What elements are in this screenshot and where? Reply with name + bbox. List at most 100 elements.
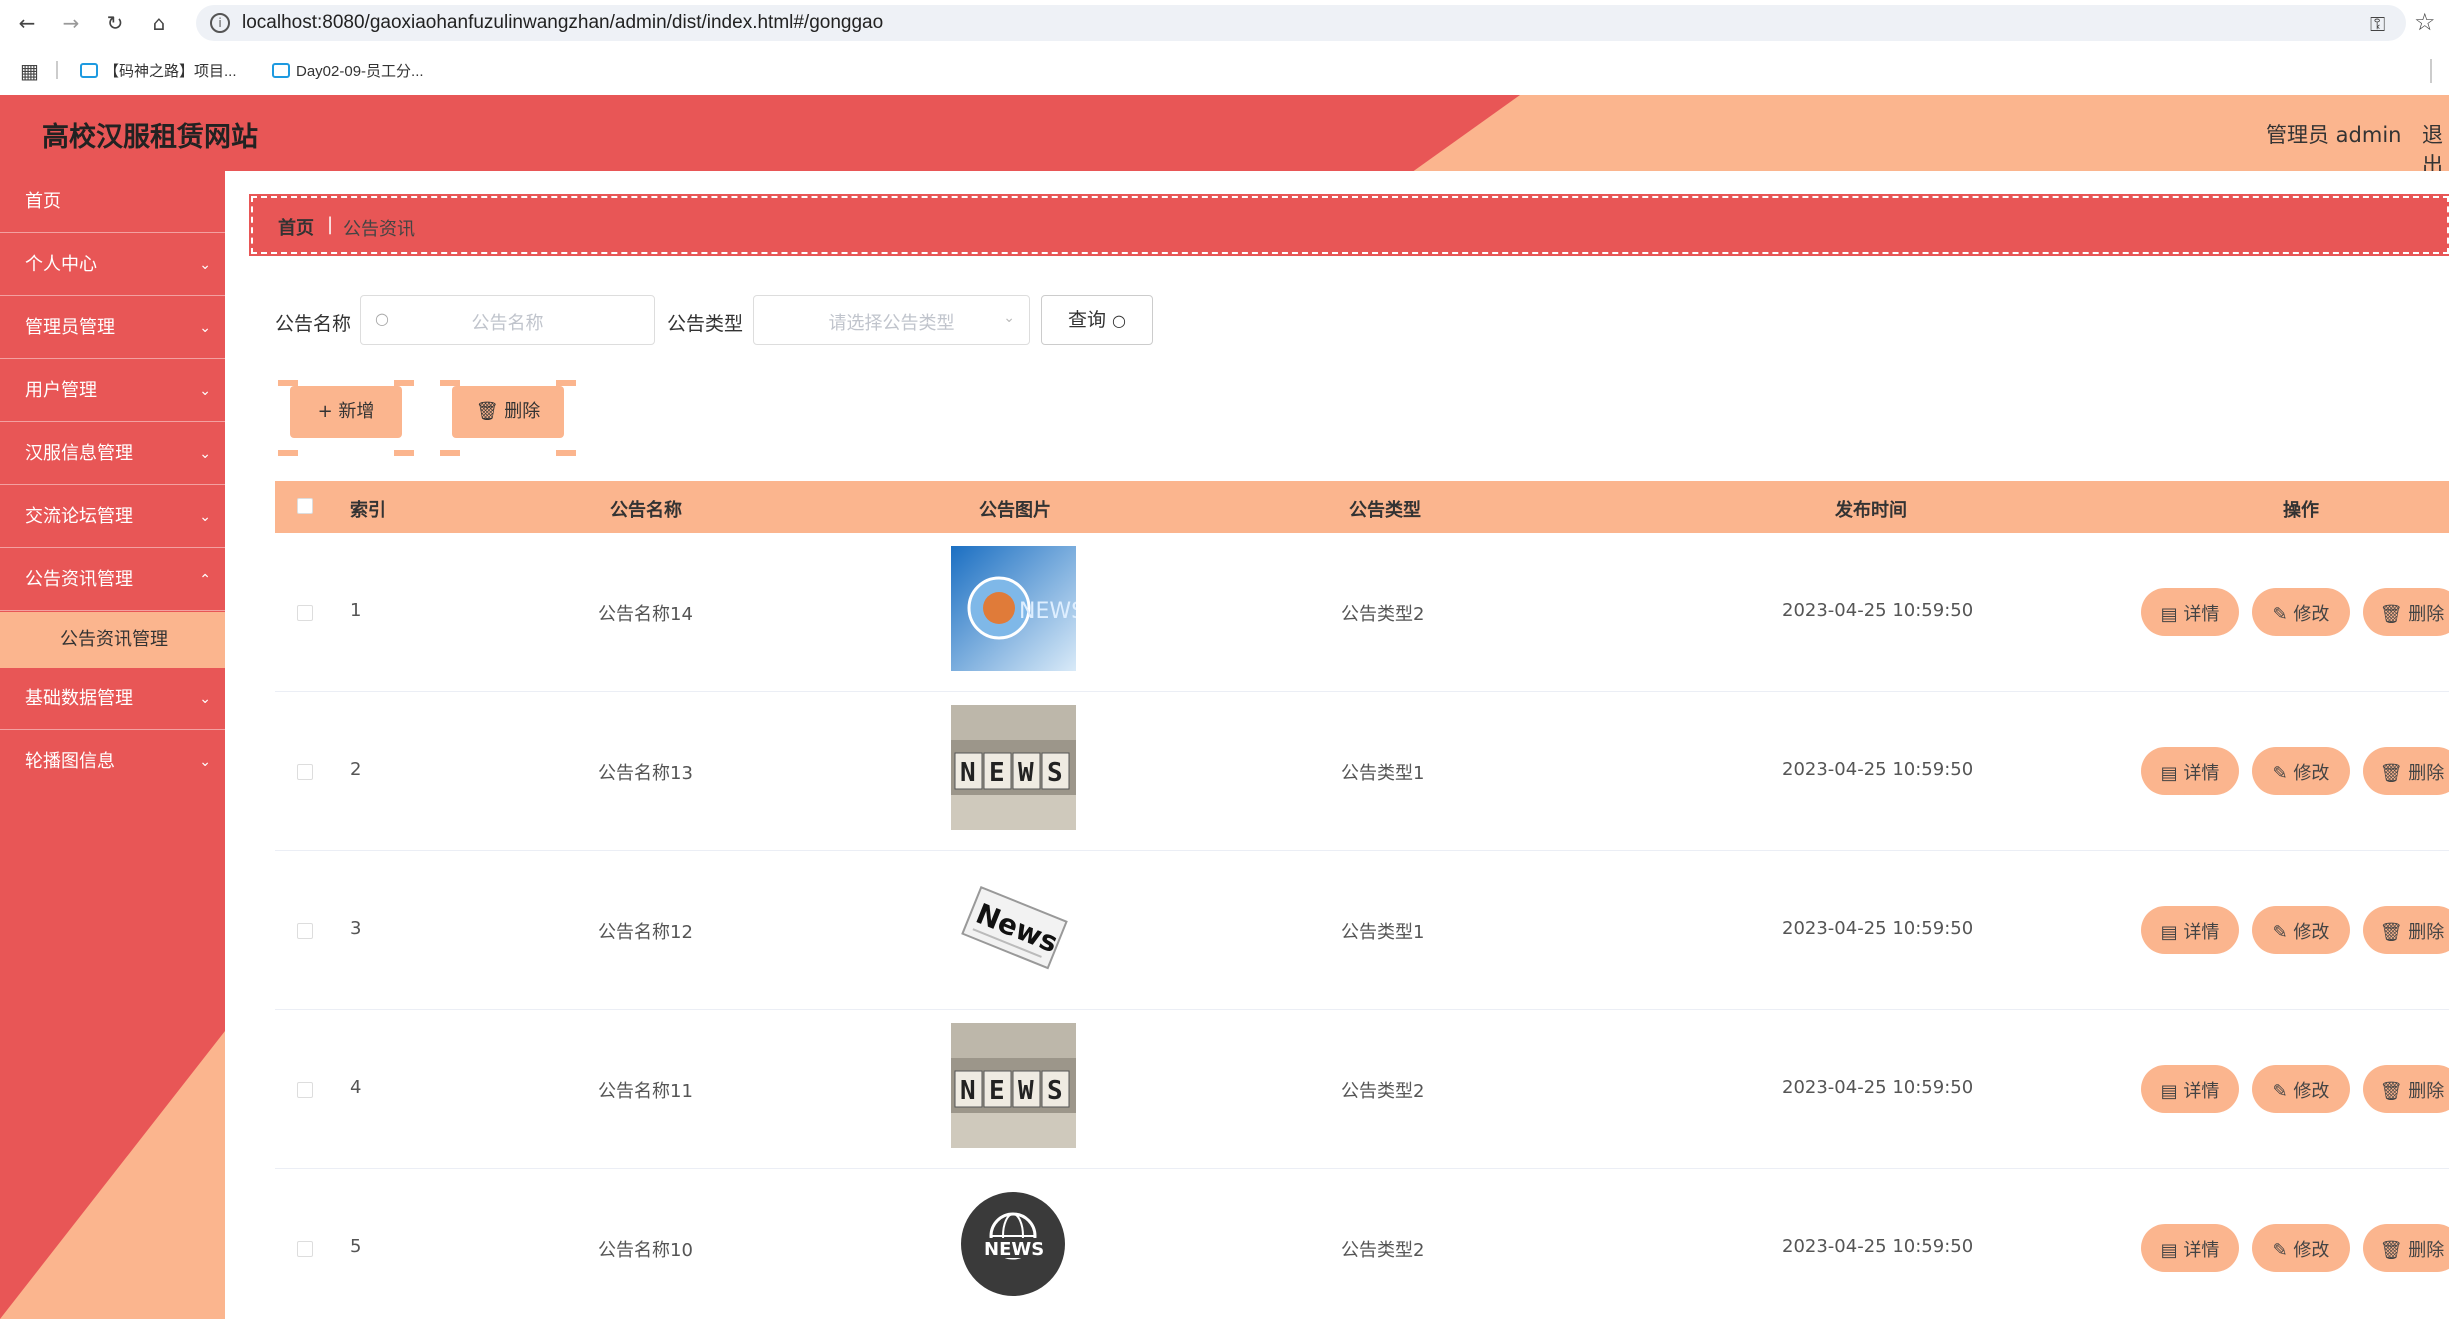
bookmark-star-icon[interactable]: ☆ (2414, 8, 2436, 36)
logout-link[interactable]: 退出 (2422, 119, 2449, 171)
row-name: 公告名称11 (598, 1081, 693, 1102)
svg-text:S: S (1047, 758, 1063, 788)
document-icon: ▤ (2160, 922, 2178, 943)
back-icon[interactable]: ← (14, 10, 40, 36)
column-header-index: 索引 (350, 500, 386, 521)
row-checkbox[interactable] (297, 923, 313, 939)
delete-button[interactable]: 🗑 删除 (2363, 747, 2449, 795)
detail-button[interactable]: ▤ 详情 (2141, 906, 2239, 954)
sidebar-item-carousel[interactable]: 轮播图信息 ⌄ (0, 731, 225, 793)
delete-button[interactable]: 🗑 删除 (2363, 906, 2449, 954)
select-all-checkbox[interactable] (297, 498, 313, 514)
reload-icon[interactable]: ↻ (102, 10, 128, 36)
breadcrumb-home[interactable]: 首页 (278, 214, 314, 240)
detail-button[interactable]: ▤ 详情 (2141, 1224, 2239, 1272)
bookmark-item[interactable]: Day02-09-员工分... (272, 60, 424, 81)
row-checkbox[interactable] (297, 1082, 313, 1098)
news-globe-image: NEWS (951, 546, 1076, 671)
detail-button[interactable]: ▤ 详情 (2141, 1065, 2239, 1113)
delete-label: 删除 (2408, 604, 2445, 625)
delete-button[interactable]: 🗑 删除 (2363, 1224, 2449, 1272)
type-select[interactable]: 请选择公告类型 ⌄ (753, 295, 1030, 345)
query-button[interactable]: 查询 ○ (1041, 295, 1153, 345)
edit-button[interactable]: ✎ 修改 (2252, 747, 2350, 795)
sidebar-item-announcements[interactable]: 公告资讯管理 ⌃ (0, 549, 225, 611)
query-button-label: 查询 (1067, 309, 1106, 331)
row-name: 公告名称14 (598, 604, 693, 625)
sidebar-subitem-announcements[interactable]: 公告资讯管理 (0, 612, 225, 668)
name-filter-label: 公告名称 (275, 313, 352, 335)
edit-icon: ✎ (2272, 1081, 2288, 1102)
sidebar-item-base-data[interactable]: 基础数据管理 ⌄ (0, 668, 225, 730)
news-circle-image: NEWS (951, 1182, 1076, 1307)
sidebar-item-forum[interactable]: 交流论坛管理 ⌄ (0, 486, 225, 548)
table-row: 3 公告名称12 News 公告类型1 2023-04-25 10:59:50 … (275, 851, 2449, 1010)
bookmark-label: 【码神之路】项目... (104, 63, 237, 80)
svg-text:W: W (1018, 1076, 1034, 1106)
detail-label: 详情 (2183, 1081, 2220, 1102)
row-checkbox[interactable] (297, 605, 313, 621)
detail-label: 详情 (2183, 763, 2220, 784)
site-info-icon[interactable]: i (210, 13, 230, 33)
bookmark-item[interactable]: 【码神之路】项目... (80, 60, 237, 81)
key-icon[interactable]: ⚿ (2370, 12, 2385, 36)
sidebar-item-profile[interactable]: 个人中心 ⌄ (0, 234, 225, 296)
row-time: 2023-04-25 10:59:50 (1782, 1236, 1974, 1257)
row-name: 公告名称12 (598, 922, 693, 943)
row-checkbox[interactable] (297, 1241, 313, 1257)
trash-icon: 🗑 (475, 401, 499, 422)
trash-icon: 🗑 (2379, 1081, 2403, 1102)
document-icon: ▤ (2160, 1240, 2178, 1261)
svg-text:N: N (960, 758, 976, 788)
document-icon: ▤ (2160, 604, 2178, 625)
edit-button[interactable]: ✎ 修改 (2252, 906, 2350, 954)
row-checkbox[interactable] (297, 764, 313, 780)
bulk-delete-button[interactable]: 🗑 删除 (440, 380, 576, 456)
url-text: localhost:8080/gaoxiaohanfuzulinwangzhan… (242, 12, 884, 33)
sidebar-item-users[interactable]: 用户管理 ⌄ (0, 360, 225, 422)
delete-button[interactable]: 🗑 删除 (2363, 588, 2449, 636)
delete-button[interactable]: 🗑 删除 (2363, 1065, 2449, 1113)
edit-button[interactable]: ✎ 修改 (2252, 1224, 2350, 1272)
row-index: 2 (350, 759, 362, 780)
table-row: 1 公告名称14 NEWS 公告类型2 2023-04-25 10:59:50 … (275, 533, 2449, 692)
edit-icon: ✎ (2272, 922, 2288, 943)
apps-grid-icon[interactable]: ▦ (20, 59, 39, 83)
name-search-input[interactable]: ○ 公告名称 (360, 295, 655, 345)
chevron-down-icon: ⌄ (199, 754, 211, 770)
address-bar[interactable]: i localhost:8080/gaoxiaohanfuzulinwangzh… (196, 5, 2406, 41)
sidebar-item-admins[interactable]: 管理员管理 ⌄ (0, 297, 225, 359)
breadcrumb: 首页 | 公告资讯 (249, 194, 2449, 256)
edit-button[interactable]: ✎ 修改 (2252, 588, 2350, 636)
delete-label: 删除 (2408, 1240, 2445, 1261)
forward-icon[interactable]: → (58, 10, 84, 36)
add-button[interactable]: + 新增 (278, 380, 414, 456)
bilibili-icon (80, 63, 98, 78)
row-index: 1 (350, 600, 362, 621)
app-title: 高校汉服租赁网站 (42, 122, 258, 153)
edit-button[interactable]: ✎ 修改 (2252, 1065, 2350, 1113)
news-dice-image: N E W S (951, 705, 1076, 830)
sidebar-item-label: 交流论坛管理 (25, 506, 133, 527)
sidebar-item-home[interactable]: 首页 (0, 171, 225, 233)
detail-button[interactable]: ▤ 详情 (2141, 588, 2239, 636)
chevron-down-icon: ⌄ (199, 446, 211, 462)
table-row: 5 公告名称10 NEWS 公告类型2 2023-04-25 10:59:50 … (275, 1169, 2449, 1328)
row-name: 公告名称13 (598, 763, 693, 784)
chevron-up-icon: ⌃ (199, 572, 211, 588)
add-button-label: 新增 (338, 401, 375, 422)
svg-text:NEWS: NEWS (984, 1239, 1044, 1260)
svg-text:W: W (1018, 758, 1034, 788)
home-icon[interactable]: ⌂ (146, 10, 172, 36)
row-index: 4 (350, 1077, 362, 1098)
sidebar-item-label: 个人中心 (25, 254, 97, 275)
news-dice-image: N E W S (951, 1023, 1076, 1148)
sidebar-item-hanfu[interactable]: 汉服信息管理 ⌄ (0, 423, 225, 485)
table-row: 2 公告名称13 N E W S 公告类型1 2023-04-25 10:59:… (275, 692, 2449, 851)
detail-button[interactable]: ▤ 详情 (2141, 747, 2239, 795)
sidebar-item-label: 汉服信息管理 (25, 443, 133, 464)
bulk-delete-label: 删除 (504, 401, 541, 422)
search-icon: ○ (1112, 311, 1127, 330)
column-header-image: 公告图片 (979, 500, 1051, 521)
document-icon: ▤ (2160, 1081, 2178, 1102)
